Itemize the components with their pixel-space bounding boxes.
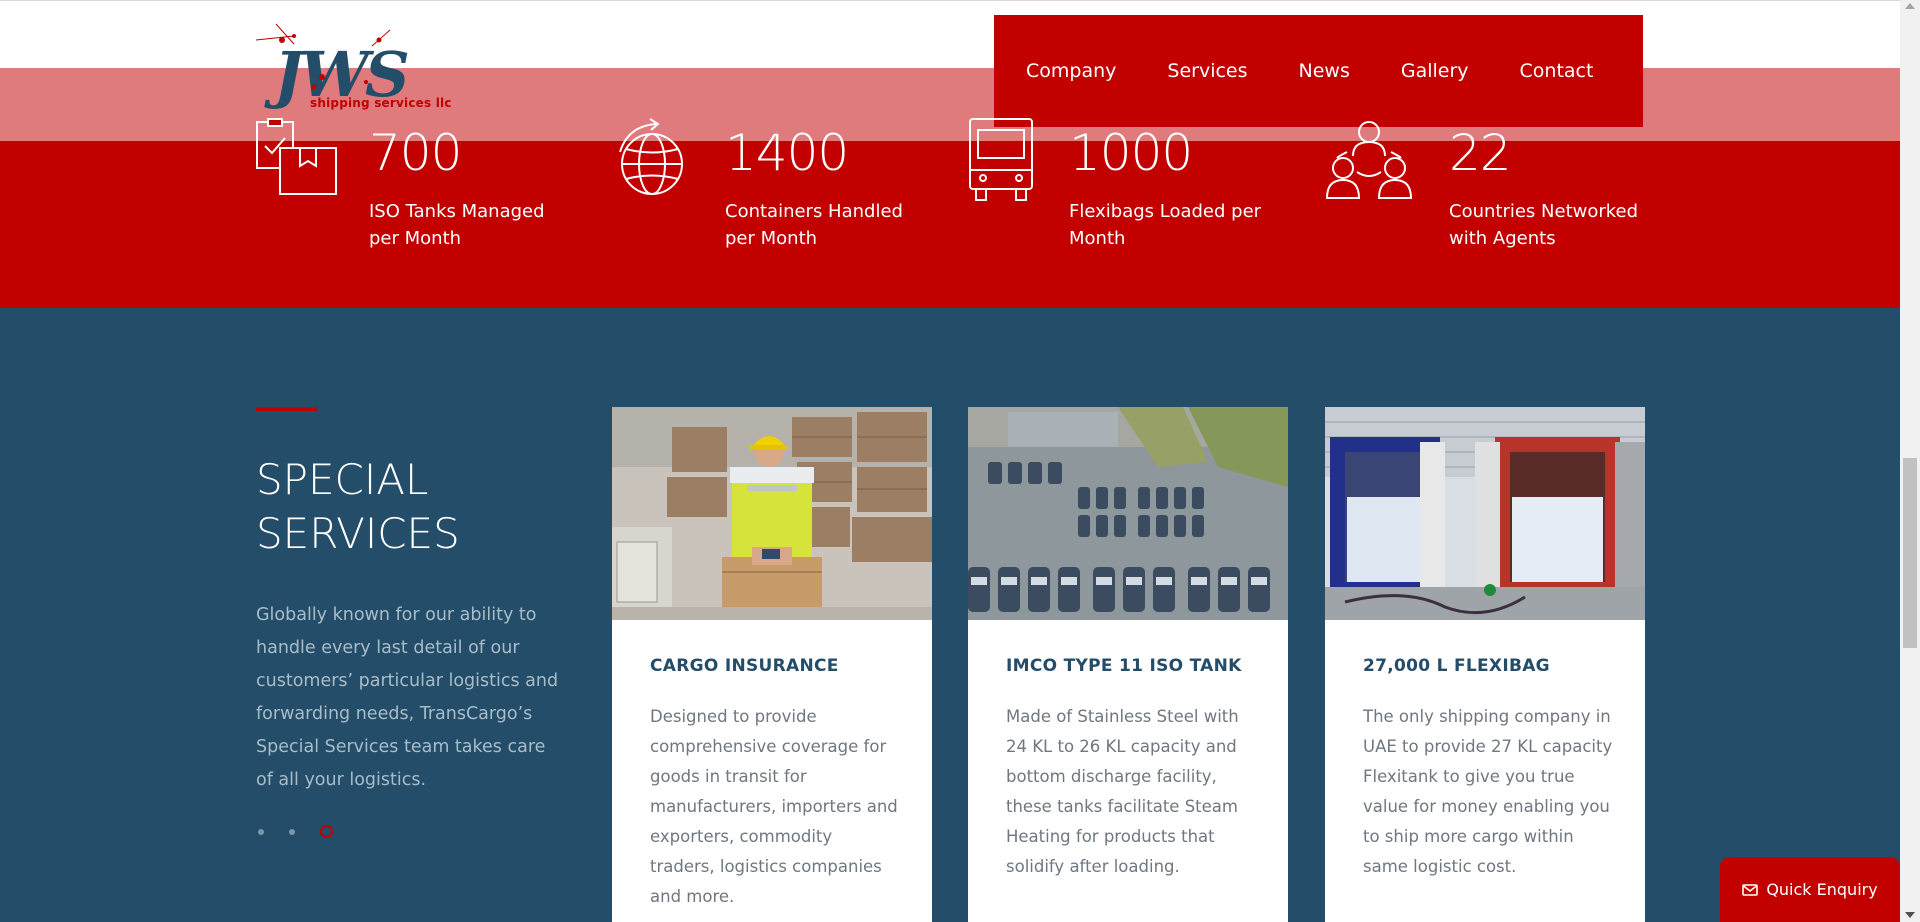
slider-dots: [258, 825, 358, 838]
card-text: Designed to provide comprehensive covera…: [650, 707, 898, 906]
card-title[interactable]: 27,000 L FLEXIBAG: [1363, 656, 1550, 676]
stat-flexibags: 1000 Flexibags Loaded per Month: [968, 118, 1298, 258]
nav-news[interactable]: News: [1299, 60, 1350, 82]
card-title[interactable]: IMCO TYPE 11 ISO TANK: [1006, 656, 1242, 676]
card-text: Made of Stainless Steel with 24 KL to 26…: [1006, 707, 1239, 876]
stat-label: Flexibags Loaded per Month: [1069, 201, 1262, 249]
flexibag-containers-image: [1325, 407, 1645, 620]
stat-containers: 1400 Containers Handled per Month: [612, 118, 942, 258]
nav-gallery[interactable]: Gallery: [1401, 60, 1469, 82]
service-card-cargo-insurance[interactable]: CARGO INSURANCE Designed to provide comp…: [612, 407, 932, 922]
people-network-icon: [1325, 121, 1413, 199]
envelope-icon: [1742, 883, 1759, 896]
truck-front-icon: [969, 118, 1033, 201]
stat-number: 1400: [725, 124, 849, 182]
quick-enquiry-button[interactable]: Quick Enquiry: [1720, 857, 1900, 922]
clipboard-boxes-icon: [256, 118, 337, 195]
section-accent-line: [256, 407, 317, 411]
warehouse-worker-image: [612, 407, 932, 620]
section-title: SPECIAL SERVICES: [256, 455, 460, 558]
slider-dot-3-active[interactable]: [320, 825, 333, 838]
card-text: The only shipping company in UAE to prov…: [1363, 707, 1613, 876]
quick-enquiry-label: Quick Enquiry: [1766, 880, 1878, 899]
page-scrollbar[interactable]: [1900, 0, 1920, 922]
scrollbar-thumb[interactable]: [1903, 458, 1917, 648]
iso-tanks-yard-image: [968, 407, 1288, 620]
stat-number: 22: [1449, 124, 1512, 182]
stat-label: Containers Handled per Month: [725, 201, 903, 249]
nav-services[interactable]: Services: [1167, 60, 1247, 82]
globe-arrow-icon: [619, 118, 683, 195]
scroll-up-arrow-icon[interactable]: [1905, 3, 1915, 9]
slider-dot-2[interactable]: [289, 828, 295, 835]
nav-company[interactable]: Company: [1026, 60, 1116, 82]
slider-dot-1[interactable]: [258, 828, 264, 835]
stat-number: 700: [369, 124, 462, 182]
stat-number: 1000: [1069, 124, 1193, 182]
service-card-iso-tank[interactable]: IMCO TYPE 11 ISO TANK Made of Stainless …: [968, 407, 1288, 922]
main-nav: Company Services News Gallery Contact: [994, 15, 1643, 127]
stat-countries: 22 Countries Networked with Agents: [1325, 118, 1655, 258]
stat-label: ISO Tanks Managed per Month: [369, 201, 545, 249]
nav-contact[interactable]: Contact: [1520, 60, 1594, 82]
card-title[interactable]: CARGO INSURANCE: [650, 656, 839, 676]
service-card-flexibag[interactable]: 27,000 L FLEXIBAG The only shipping comp…: [1325, 407, 1645, 922]
stat-iso-tanks: 700 ISO Tanks Managed per Month: [256, 118, 586, 258]
scroll-down-arrow-icon[interactable]: [1905, 912, 1915, 918]
section-description: Globally known for our ability to handle…: [256, 605, 559, 790]
logo-tagline: shipping services llc: [310, 96, 452, 110]
stat-label: Countries Networked with Agents: [1449, 201, 1639, 249]
